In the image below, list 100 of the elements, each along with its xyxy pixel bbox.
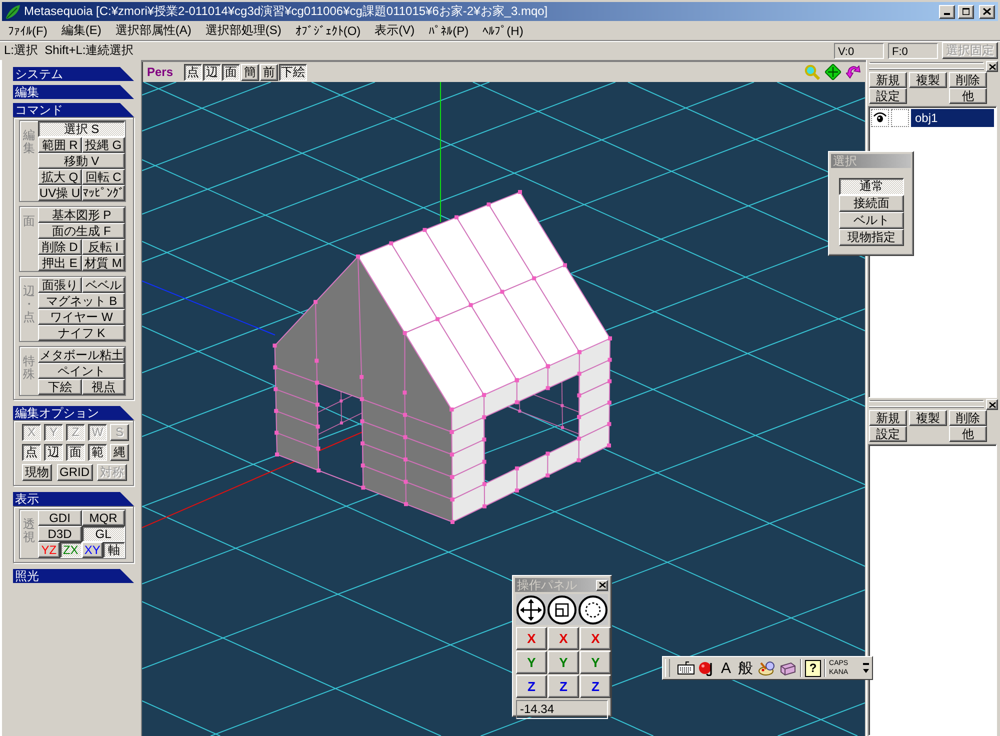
tool-button[interactable]: D3D	[38, 526, 82, 542]
panel-close-button[interactable]	[986, 399, 998, 410]
tool-button[interactable]: 材質 M	[82, 255, 125, 271]
menu-item[interactable]: ﾍﾙﾌﾟ(H)	[476, 24, 530, 38]
tool-button[interactable]: 視点	[82, 379, 125, 395]
menu-item[interactable]: ﾊﾟﾈﾙ(P)	[422, 24, 476, 38]
target-toggle[interactable]: 範	[88, 444, 107, 461]
dotted-circle-icon	[578, 594, 608, 624]
view-toggle[interactable]: 辺	[203, 64, 222, 80]
object-name[interactable]: obj1	[911, 109, 994, 127]
menu-item[interactable]: ﾌｧｲﾙ(F)	[1, 24, 54, 38]
diamond-cross-icon[interactable]	[825, 64, 841, 80]
menu-item[interactable]: 表示(V)	[368, 22, 422, 39]
axis-button[interactable]: Z	[548, 675, 579, 698]
projection-label[interactable]: Pers	[147, 65, 174, 79]
keyboard-icon[interactable]	[677, 660, 695, 676]
input-mode-label[interactable]: A	[719, 660, 734, 676]
panel-button[interactable]: 新規	[869, 72, 907, 88]
section-header[interactable]: システム	[13, 67, 134, 81]
tool-button[interactable]: 削除 D	[38, 239, 82, 255]
tool-button[interactable]: 軸	[103, 542, 125, 558]
rotate-tool-button[interactable]	[577, 594, 608, 625]
panel-grip-bar[interactable]	[867, 60, 1000, 72]
select-mode-button[interactable]: ベルト	[839, 212, 904, 229]
input-mode-label[interactable]: 般	[736, 658, 756, 678]
minimize-button[interactable]	[939, 4, 955, 18]
tool-button[interactable]: 範囲 R	[38, 137, 82, 153]
tool-button[interactable]: 面張り	[38, 277, 82, 293]
target-toggle[interactable]: 縄	[110, 444, 129, 461]
panel-button[interactable]: 削除	[949, 410, 987, 426]
section-header[interactable]: 照光	[13, 569, 134, 583]
panel-button[interactable]: 設定	[869, 88, 907, 104]
help-button[interactable]: ?	[805, 660, 822, 676]
view-toggle[interactable]: 簡	[241, 64, 260, 80]
view-toggle[interactable]: 前	[260, 64, 278, 80]
tool-button[interactable]: ペイント	[38, 363, 125, 379]
panel-close-button[interactable]	[986, 61, 998, 72]
tool-button[interactable]: 拡大 Q	[38, 169, 82, 185]
tool-button[interactable]: ワイヤー W	[38, 309, 125, 325]
lock-toggle[interactable]	[891, 109, 909, 127]
axis-button[interactable]: Z	[516, 675, 547, 698]
target-toggle[interactable]: 辺	[44, 444, 63, 461]
panel-grip-bar[interactable]	[867, 398, 1000, 410]
view-toggle[interactable]: 面	[222, 64, 240, 80]
select-mode-button[interactable]: 接続面	[839, 195, 904, 212]
value-field[interactable]: -14.34	[516, 700, 608, 719]
panel-button[interactable]: 削除	[949, 72, 987, 88]
panel-button[interactable]: 新規	[869, 410, 907, 426]
axis-button[interactable]: Z	[580, 675, 611, 698]
target-toggle[interactable]: 点	[22, 444, 41, 461]
tool-button[interactable]: ベベル	[82, 277, 125, 293]
menu-item[interactable]: 編集(E)	[54, 22, 108, 39]
group-label: 辺・点	[22, 283, 36, 326]
menu-item[interactable]: 選択部属性(A)	[108, 22, 198, 39]
menu-item[interactable]: 選択部処理(S)	[198, 22, 288, 39]
tool-button[interactable]: 下絵	[38, 379, 82, 395]
tool-button[interactable]: ナイフ K	[38, 325, 125, 341]
panel-button[interactable]: 複製	[909, 72, 947, 88]
move-tool-button[interactable]	[516, 594, 547, 625]
tool-button[interactable]: 移動 V	[38, 153, 125, 169]
face-count: F:0	[888, 42, 938, 58]
section-header[interactable]: 編集	[13, 85, 134, 99]
tool-button[interactable]: 選択 S	[38, 121, 125, 137]
close-button[interactable]	[979, 4, 995, 18]
panel-button[interactable]: 他	[949, 88, 987, 104]
panel-button[interactable]: 他	[949, 426, 987, 442]
tool-button[interactable]: 反転 I	[82, 239, 125, 255]
palette-icon[interactable]	[758, 660, 776, 676]
view-toggle[interactable]: 下絵	[279, 64, 308, 80]
tool-button[interactable]: 面の生成 F	[38, 223, 125, 239]
panel-button[interactable]: 複製	[909, 410, 947, 426]
tool-button[interactable]: 回転 C	[82, 169, 125, 185]
option-button[interactable]: 現物	[22, 464, 52, 481]
target-toggle[interactable]: 面	[66, 444, 85, 461]
tool-button[interactable]: GL	[82, 526, 125, 542]
panel-button[interactable]: 設定	[869, 426, 907, 442]
menu-item[interactable]: ｵﾌﾞｼﾞｪｸﾄ(O)	[288, 24, 368, 38]
tool-button[interactable]: XY	[82, 542, 104, 558]
tool-button[interactable]: 押出 E	[38, 255, 82, 271]
select-mode-button[interactable]: 通常	[839, 178, 904, 195]
tool-button[interactable]: マグネット B	[38, 293, 125, 309]
caret-icon[interactable]	[863, 661, 869, 675]
tool-button[interactable]: メタボール粘土	[38, 347, 125, 363]
visibility-toggle[interactable]	[871, 109, 889, 127]
tool-button[interactable]: 投縄 G	[82, 137, 125, 153]
tool-button[interactable]: 基本図形 P	[38, 207, 125, 223]
scale-tool-button[interactable]	[546, 594, 578, 625]
tool-button[interactable]: MQR	[82, 510, 125, 526]
select-mode-button[interactable]: 現物指定	[839, 229, 904, 246]
section-header[interactable]: 編集オプション	[13, 406, 134, 420]
tool-button[interactable]: UV操 U	[38, 185, 82, 201]
option-button[interactable]: GRID	[56, 464, 92, 481]
tool-button[interactable]: ﾏｯﾋﾟﾝｸﾞ	[82, 185, 125, 201]
section-header[interactable]: コマンド	[13, 103, 134, 117]
view-toggle[interactable]: 点	[184, 64, 202, 80]
tool-button[interactable]: GDI	[38, 510, 82, 526]
rotate-arrows-icon[interactable]	[846, 64, 862, 80]
box-icon[interactable]	[779, 660, 798, 676]
maximize-button[interactable]	[958, 4, 974, 18]
section-header[interactable]: 表示	[13, 492, 134, 506]
